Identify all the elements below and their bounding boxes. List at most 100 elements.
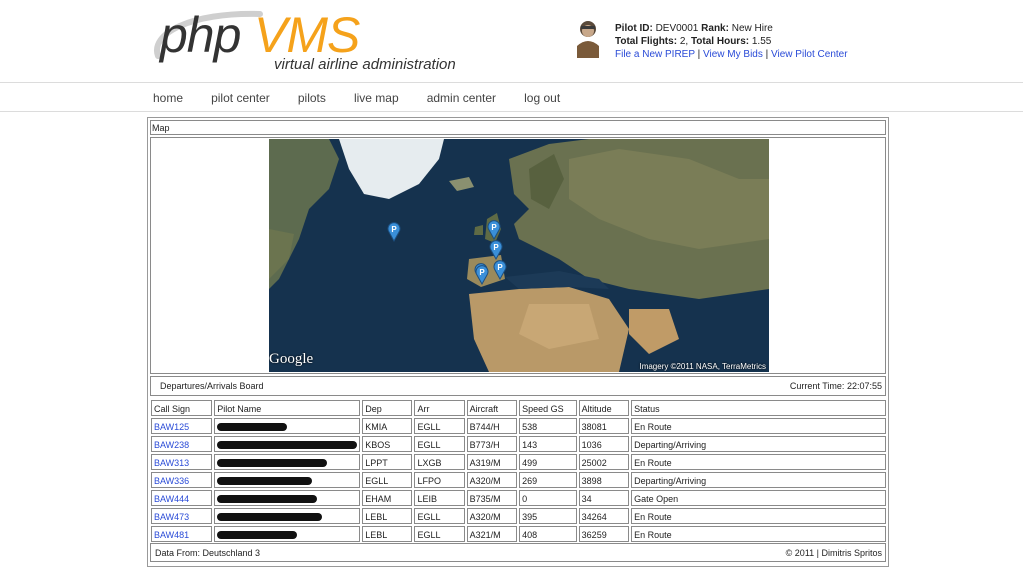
call-sign-link[interactable]: BAW481 [154, 530, 189, 540]
data-source: Data From: Deutschland 3 [155, 548, 261, 558]
flight-marker-icon[interactable]: P [475, 265, 489, 285]
main-nav: home pilot center pilots live map admin … [0, 84, 1023, 112]
dep-cell: EHAM [362, 490, 413, 506]
table-row: BAW481 LEBL EGLL A321/M 408 36259 En Route [151, 526, 886, 542]
pilot-name-cell [214, 418, 361, 434]
arr-cell: EGLL [414, 436, 465, 452]
arr-cell: EGLL [414, 508, 465, 524]
col-aircraft: Aircraft [466, 400, 518, 416]
link-separator: | [697, 49, 701, 60]
copyright: © 2011 | Dimitris Spritos [785, 548, 882, 558]
pilot-name-cell [214, 436, 361, 452]
svg-text:P: P [491, 223, 497, 232]
pilot-name-cell [214, 508, 361, 524]
nav-live-map[interactable]: live map [354, 91, 399, 105]
dep-cell: LEBL [362, 526, 413, 542]
view-pilot-center-link[interactable]: View Pilot Center [771, 49, 848, 60]
svg-text:P: P [479, 268, 485, 277]
redacted-pilot-name [217, 441, 358, 450]
status-cell: En Route [631, 418, 886, 434]
phpvms-logo[interactable]: php VMS virtual airline administration [150, 4, 460, 76]
dep-cell: EGLL [362, 472, 413, 488]
aircraft-cell: B773/H [466, 436, 518, 452]
file-pirep-link[interactable]: File a New PIREP [615, 49, 695, 60]
altitude-cell: 3898 [578, 472, 630, 488]
speed-cell: 143 [519, 436, 577, 452]
table-row: BAW336 EGLL LFPO A320/M 269 3898 Departing/Arr… [151, 472, 886, 488]
call-sign-link[interactable]: BAW238 [154, 440, 189, 450]
satellite-map[interactable]: Google Imagery ©2011 NASA, TerraMetrics … [269, 139, 769, 372]
status-cell: Departing/Arriving [631, 472, 886, 488]
nav-home[interactable]: home [153, 91, 183, 105]
altitude-cell: 25002 [578, 454, 630, 470]
call-sign-link[interactable]: BAW313 [154, 458, 189, 468]
logo-php-text: php [160, 7, 241, 63]
arr-cell: EGLL [414, 418, 465, 434]
redacted-pilot-name [217, 513, 323, 522]
status-cell: En Route [631, 508, 886, 524]
speed-cell: 499 [519, 454, 577, 470]
col-arr: Arr [414, 400, 465, 416]
speed-cell: 408 [519, 526, 577, 542]
dep-cell: LPPT [362, 454, 413, 470]
call-sign-link[interactable]: BAW125 [154, 422, 189, 432]
col-dep: Dep [362, 400, 413, 416]
arr-cell: LFPO [414, 472, 465, 488]
altitude-cell: 36259 [578, 526, 630, 542]
call-sign-link[interactable]: BAW473 [154, 512, 189, 522]
flight-marker-icon[interactable]: P [487, 220, 501, 240]
redacted-pilot-name [217, 459, 328, 468]
total-hours-label: Total Hours: [690, 36, 750, 47]
table-row: BAW125 KMIA EGLL B744/H 538 38081 En Route [151, 418, 886, 434]
live-map-panel: Map Google Imagery ©2011 NASA, TerraMetr… [147, 117, 889, 567]
call-sign-link[interactable]: BAW444 [154, 494, 189, 504]
board-title: Departures/Arrivals Board [160, 381, 264, 391]
status-cell: Departing/Arriving [631, 436, 886, 452]
altitude-cell: 1036 [578, 436, 630, 452]
aircraft-cell: A321/M [466, 526, 518, 542]
pilot-name-cell [214, 490, 361, 506]
table-row: BAW313 LPPT LXGB A319/M 499 25002 En Route [151, 454, 886, 470]
pilot-rank-label: Rank: [701, 23, 729, 34]
table-row: BAW238 KBOS EGLL B773/H 143 1036 Departing/Arr… [151, 436, 886, 452]
site-header: php VMS virtual airline administration P… [0, 0, 1023, 83]
call-sign-link[interactable]: BAW336 [154, 476, 189, 486]
altitude-cell: 38081 [578, 418, 630, 434]
status-cell: En Route [631, 526, 886, 542]
pilot-name-cell [214, 472, 361, 488]
table-row: BAW444 EHAM LEIB B735/M 0 34 Gate Open [151, 490, 886, 506]
view-bids-link[interactable]: View My Bids [703, 49, 763, 60]
speed-cell: 0 [519, 490, 577, 506]
nav-pilots[interactable]: pilots [298, 91, 326, 105]
redacted-pilot-name [217, 495, 318, 504]
col-speed-gs: Speed GS [519, 400, 577, 416]
svg-text:P: P [391, 225, 397, 234]
status-cell: Gate Open [631, 490, 886, 506]
flight-marker-icon[interactable]: P [493, 260, 507, 280]
redacted-pilot-name [217, 531, 298, 540]
flight-marker-icon[interactable]: P [387, 222, 401, 242]
nav-admin-center[interactable]: admin center [427, 91, 496, 105]
total-flights: 2, [679, 36, 689, 47]
world-map-graphic [269, 139, 769, 372]
aircraft-cell: A319/M [466, 454, 518, 470]
nav-pilot-center[interactable]: pilot center [211, 91, 270, 105]
dep-cell: KBOS [362, 436, 413, 452]
total-hours: 1.55 [751, 36, 772, 47]
nav-log-out[interactable]: log out [524, 91, 560, 105]
arr-cell: LXGB [414, 454, 465, 470]
dep-cell: LEBL [362, 508, 413, 524]
table-header-row: Call Sign Pilot Name Dep Arr Aircraft Sp… [151, 400, 886, 416]
google-logo[interactable]: Google [269, 351, 313, 368]
flights-table: Call Sign Pilot Name Dep Arr Aircraft Sp… [149, 398, 888, 544]
call-sign-cell: BAW125 [151, 418, 213, 434]
aircraft-cell: B735/M [466, 490, 518, 506]
flight-marker-icon[interactable]: P [489, 240, 503, 260]
svg-text:P: P [497, 263, 503, 272]
col-call-sign: Call Sign [151, 400, 213, 416]
arr-cell: EGLL [414, 526, 465, 542]
status-cell: En Route [631, 454, 886, 470]
redacted-pilot-name [217, 423, 288, 432]
col-status: Status [631, 400, 886, 416]
pilot-id-label: Pilot ID: [615, 23, 653, 34]
